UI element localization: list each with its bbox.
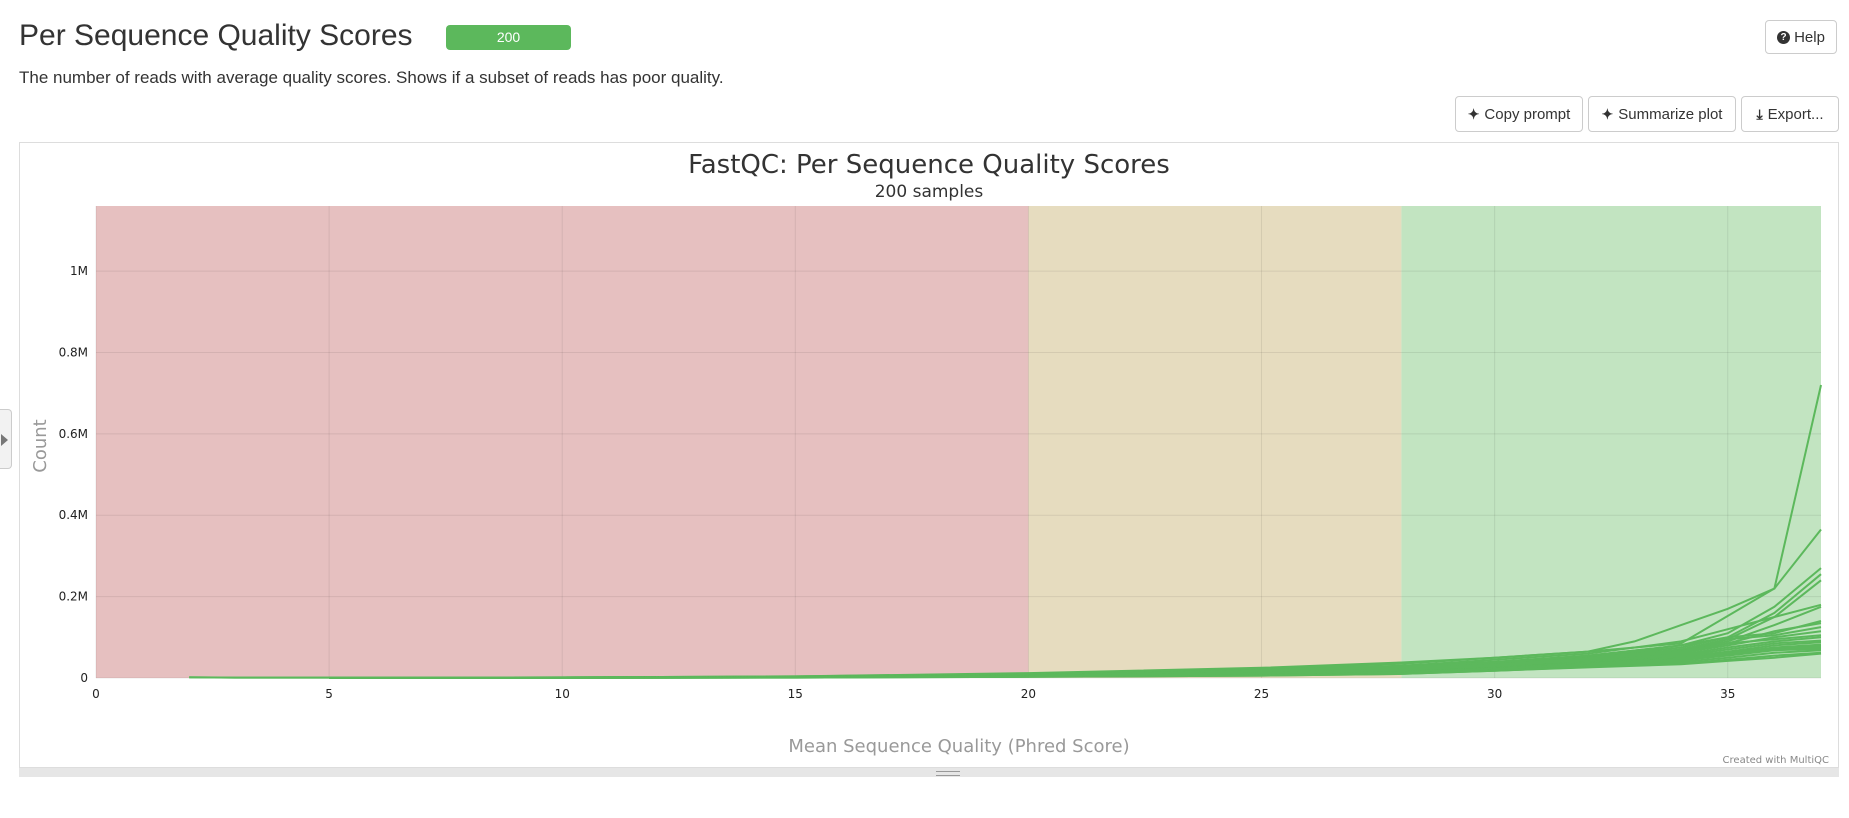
page-title: Per Sequence Quality Scores: [19, 19, 413, 52]
sparkle-icon: ✦: [1601, 105, 1614, 122]
x-tick-label: 15: [788, 687, 803, 701]
x-tick-label: 20: [1021, 687, 1036, 701]
grip-icon: [936, 771, 960, 776]
plot-container: 0 5 10 15 20 25 30 35 0 0.2M 0.4M 0.6M 0.8M 1M FastQC…: [19, 142, 1839, 776]
multiqc-credit: Created with MultiQC: [1723, 755, 1829, 766]
x-tick-label: 5: [325, 687, 333, 701]
summarize-plot-label: Summarize plot: [1618, 105, 1723, 123]
x-axis-title: Mean Sequence Quality (Phred Score): [788, 736, 1129, 757]
help-button[interactable]: ? Help: [1765, 20, 1837, 54]
line-chart[interactable]: 0 5 10 15 20 25 30 35 0 0.2M 0.4M 0.6M 0.8M 1M FastQC…: [20, 143, 1838, 775]
x-tick-label: 25: [1254, 687, 1269, 701]
y-tick-label: 0.2M: [59, 590, 88, 604]
sample-count-badge: 200: [446, 25, 571, 50]
y-tick-label: 0.8M: [59, 345, 88, 359]
chart-subtitle: 200 samples: [875, 182, 984, 202]
y-tick-label: 0: [80, 671, 88, 685]
sparkle-icon: ✦: [1467, 105, 1480, 122]
chevron-right-icon: [1, 434, 8, 446]
export-label: Export...: [1767, 105, 1824, 123]
x-tick-label: 10: [555, 687, 570, 701]
x-tick-label: 35: [1720, 687, 1735, 701]
y-tick-label: 0.4M: [59, 508, 88, 522]
export-button[interactable]: ⤓ Export...: [1741, 96, 1839, 132]
band-pass: [1401, 206, 1821, 678]
section-description: The number of reads with average quality…: [19, 68, 724, 87]
copy-prompt-button[interactable]: ✦ Copy prompt: [1455, 96, 1583, 132]
y-tick-label: 1M: [70, 264, 88, 278]
y-axis-title: Count: [30, 419, 51, 472]
x-tick-label: 0: [92, 687, 100, 701]
side-panel-toggle[interactable]: [0, 409, 12, 469]
band-warn: [1028, 206, 1402, 678]
summarize-plot-button[interactable]: ✦ Summarize plot: [1588, 96, 1736, 132]
chart-title: FastQC: Per Sequence Quality Scores: [688, 150, 1170, 180]
help-label: Help: [1794, 28, 1825, 46]
question-circle-icon: ?: [1777, 30, 1791, 44]
x-tick-label: 30: [1487, 687, 1502, 701]
copy-prompt-label: Copy prompt: [1484, 105, 1571, 123]
quality-bands: [96, 206, 1821, 678]
y-tick-label: 0.6M: [59, 427, 88, 441]
plot-resize-handle[interactable]: [19, 767, 1839, 777]
download-icon: ⤓: [1756, 105, 1763, 122]
